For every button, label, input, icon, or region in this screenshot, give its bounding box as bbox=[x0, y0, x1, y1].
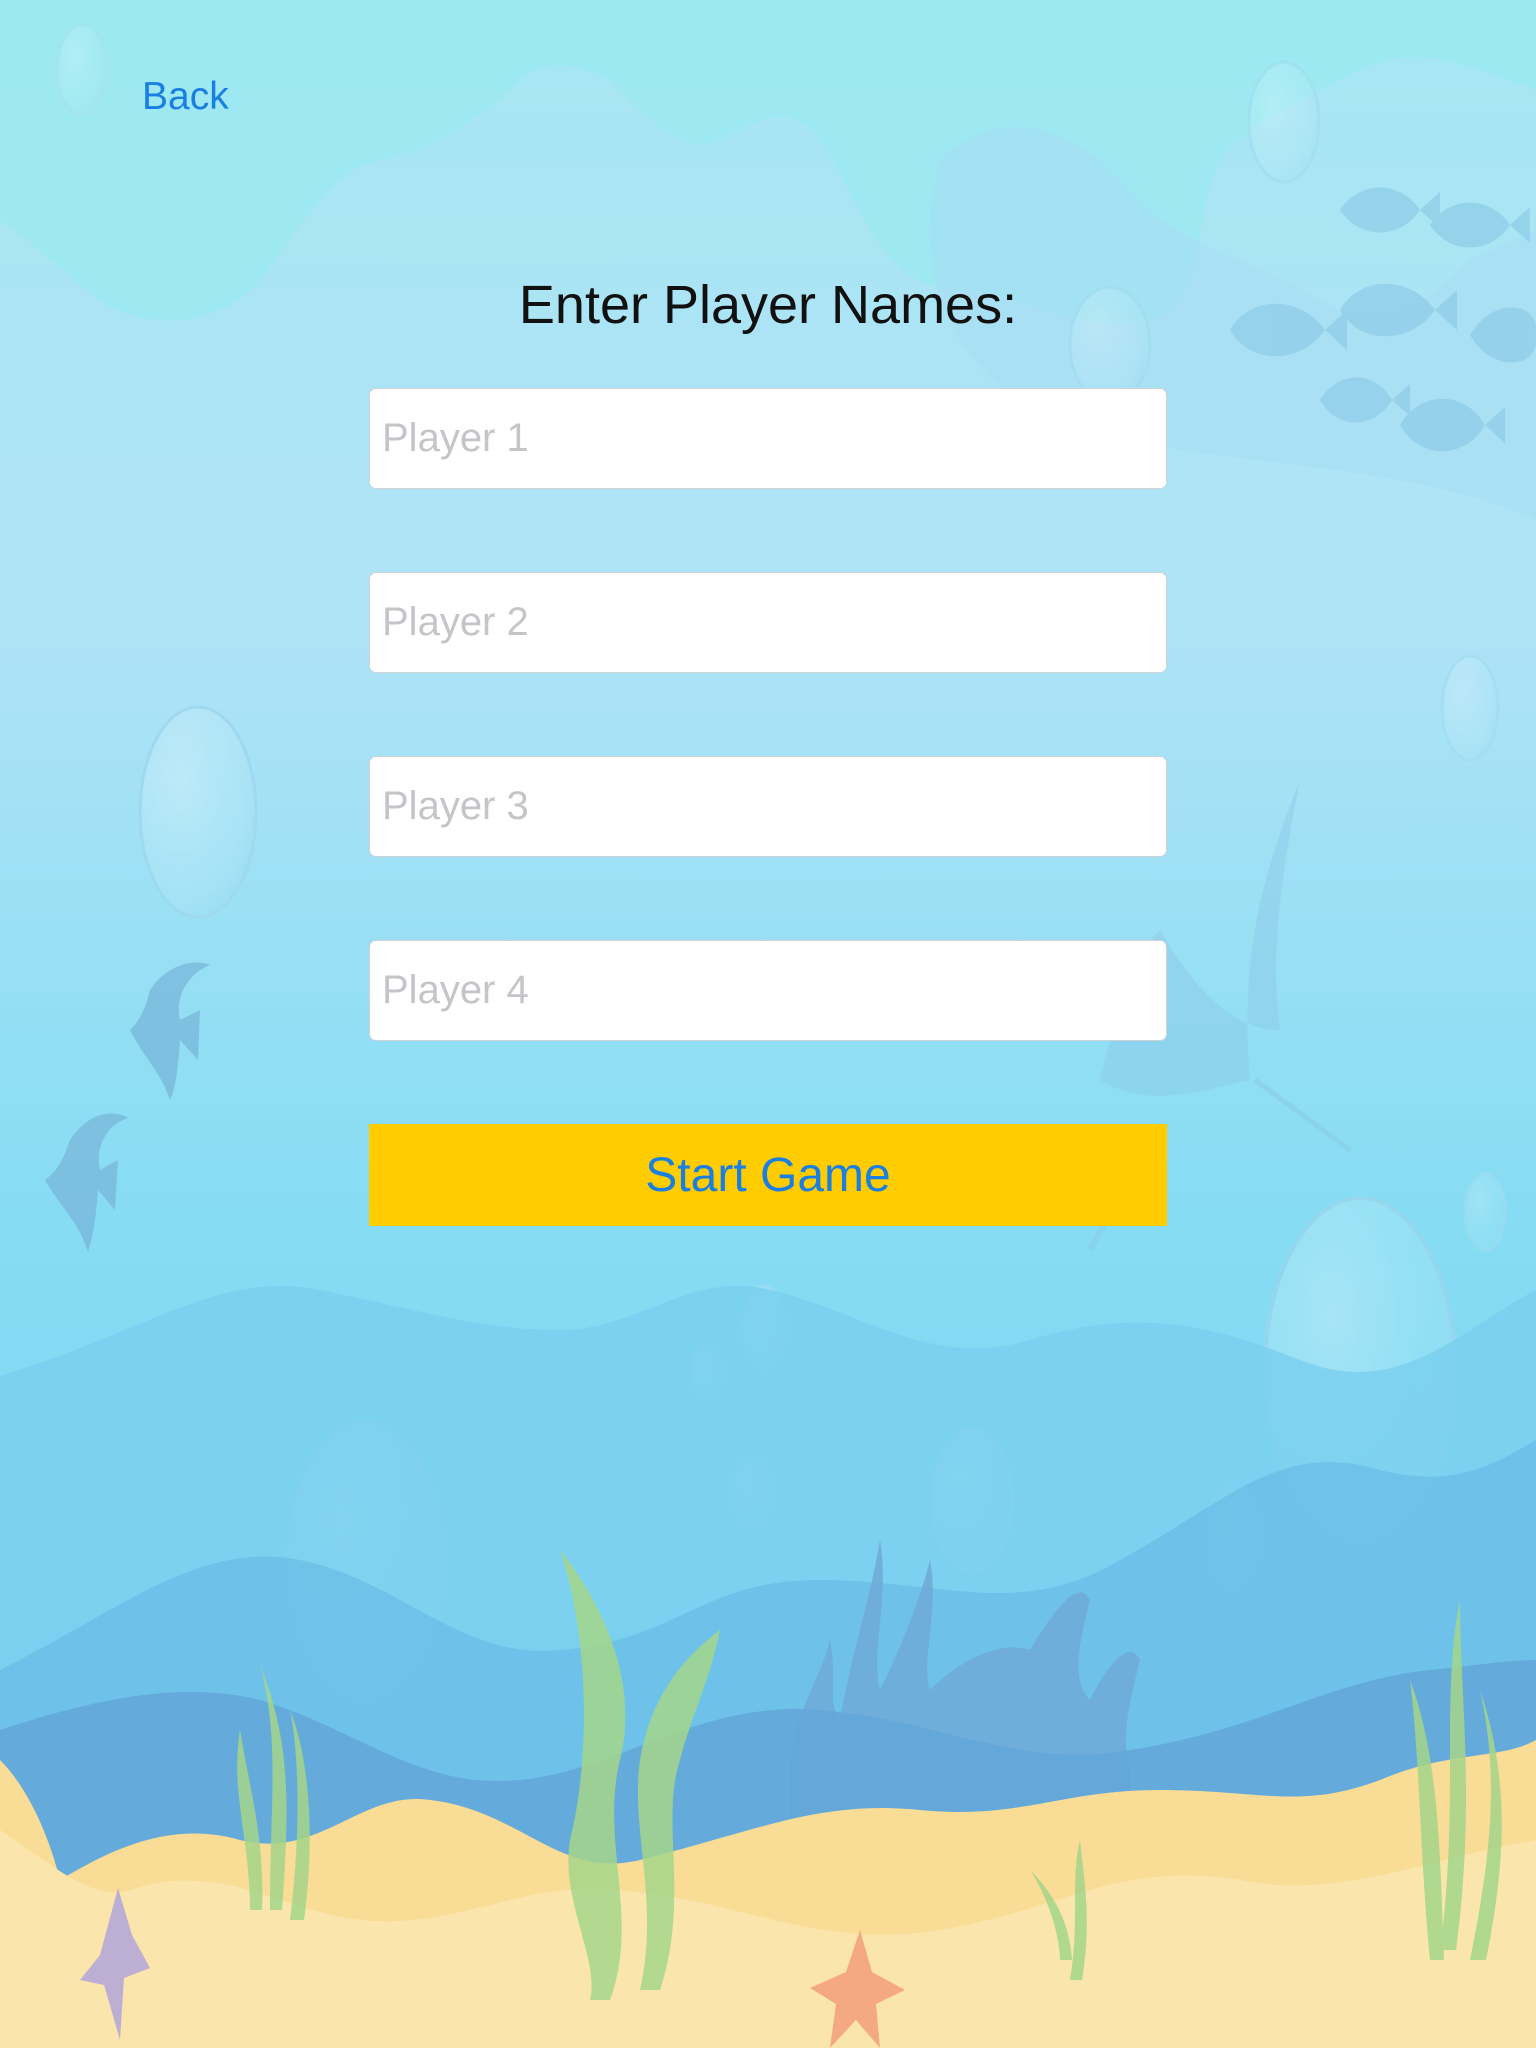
player-4-input[interactable] bbox=[369, 940, 1167, 1041]
start-game-button[interactable]: Start Game bbox=[369, 1124, 1167, 1226]
player-setup-screen: Back Enter Player Names: Start Game bbox=[0, 0, 1536, 2048]
page-title: Enter Player Names: bbox=[518, 275, 1018, 335]
back-button[interactable]: Back bbox=[142, 72, 229, 122]
player-2-input[interactable] bbox=[369, 572, 1167, 673]
player-3-input[interactable] bbox=[369, 756, 1167, 857]
player-1-input[interactable] bbox=[369, 388, 1167, 489]
